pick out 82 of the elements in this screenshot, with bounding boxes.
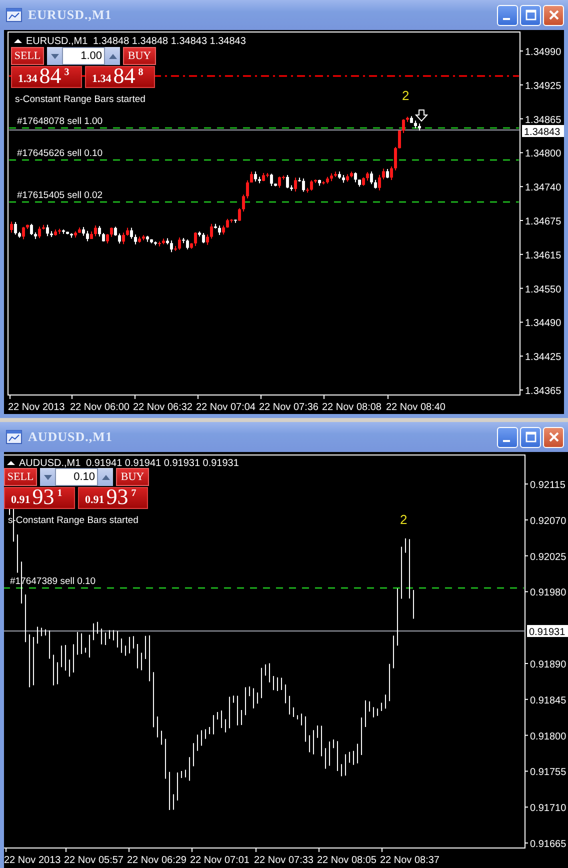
ohlc-values: 0.91941 0.91941 0.91931 0.91931 — [86, 458, 239, 469]
price-axis-label: 0.91755 — [530, 767, 566, 778]
price-axis-label: 1.34990 — [525, 47, 562, 58]
wave-count-label: 2 — [400, 512, 408, 527]
time-axis-label: 22 Nov 06:32 — [133, 402, 192, 413]
chart-symbol: EURUSD.,M1 — [26, 36, 88, 47]
time-axis-label: 22 Nov 08:05 — [317, 855, 376, 866]
time-axis-label: 22 Nov 06:29 — [127, 855, 186, 866]
price-axis-label: 1.34865 — [525, 114, 562, 126]
close-button[interactable] — [543, 426, 564, 448]
price-axis-label: 0.91665 — [530, 839, 566, 850]
price-axis-label: 1.34425 — [525, 352, 562, 364]
symbol-triangle-icon — [7, 461, 15, 465]
chart-window-icon — [6, 8, 22, 22]
time-axis-label: 22 Nov 08:37 — [380, 855, 440, 866]
close-button[interactable] — [543, 4, 564, 26]
caret-up-icon — [102, 474, 110, 480]
price-axis-label: 1.34615 — [525, 250, 562, 262]
price-axis-label: 1.34365 — [525, 386, 562, 397]
price-axis-label: 1.34925 — [525, 80, 562, 92]
minimize-icon — [502, 440, 510, 442]
window-title: AUDUSD.,M1 — [28, 429, 112, 445]
order-label: #17645626 sell 0.10 — [17, 148, 103, 159]
chart-window-icon — [6, 430, 22, 444]
volume-field[interactable]: 1.00 — [62, 47, 105, 65]
price-axis-label: 0.91845 — [530, 695, 566, 706]
volume-decrease-button[interactable] — [40, 468, 55, 486]
sell-button[interactable]: SELL — [4, 468, 37, 486]
buy-button[interactable]: BUY — [116, 468, 149, 486]
minimize-icon — [502, 18, 510, 20]
maximize-button[interactable] — [520, 426, 541, 448]
time-axis-label: 22 Nov 2013 — [4, 855, 61, 866]
volume-stepper[interactable]: 1.00 — [47, 47, 120, 65]
time-axis-label: 22 Nov 08:08 — [322, 402, 382, 413]
time-axis-label: 22 Nov 07:01 — [190, 855, 250, 866]
ohlc-values: 1.34848 1.34848 1.34843 1.34843 — [93, 36, 246, 47]
price-axis-label: 1.34490 — [525, 318, 562, 330]
price-axis-label: 1.34740 — [525, 182, 562, 194]
time-axis-label: 22 Nov 08:40 — [386, 402, 446, 413]
maximize-icon — [524, 9, 536, 21]
time-axis-label: 22 Nov 07:33 — [254, 855, 314, 866]
window-title: EURUSD.,M1 — [28, 7, 112, 23]
wave-count-label: 2 — [402, 88, 410, 103]
chart-symbol: AUDUSD.,M1 — [19, 458, 81, 469]
caret-down-icon — [44, 474, 52, 480]
close-icon — [548, 431, 560, 443]
volume-increase-button[interactable] — [98, 468, 113, 486]
status-message: s-Constant Range Bars started — [15, 94, 146, 105]
current-price-tag: 0.91931 — [527, 625, 568, 638]
time-axis-label: 22 Nov 06:00 — [70, 402, 130, 413]
volume-decrease-button[interactable] — [47, 47, 62, 65]
price-axis-label: 1.34550 — [525, 284, 562, 296]
price-axis-label: 0.92115 — [530, 480, 566, 491]
price-axis-label: 0.92070 — [530, 516, 566, 527]
price-axis-label: 1.34675 — [525, 216, 562, 228]
price-axis-label: 0.91890 — [530, 660, 566, 670]
price-axis-label: 0.92025 — [530, 552, 566, 563]
volume-stepper[interactable]: 0.10 — [40, 468, 113, 486]
time-axis-label: 22 Nov 05:57 — [64, 855, 124, 866]
caret-up-icon — [108, 54, 116, 58]
maximize-icon — [524, 431, 536, 443]
symbol-triangle-icon — [14, 39, 22, 43]
minimize-button[interactable] — [497, 426, 518, 448]
price-axis-label: 0.91980 — [530, 588, 566, 599]
order-label: #17615405 sell 0.02 — [17, 190, 103, 201]
volume-increase-button[interactable] — [105, 47, 120, 65]
buy-button[interactable]: BUY — [123, 47, 156, 65]
time-axis-label: 22 Nov 07:36 — [259, 402, 318, 413]
price-axis-label: 0.91800 — [530, 731, 566, 742]
down-arrow-icon — [414, 110, 428, 122]
caret-down-icon — [50, 54, 58, 58]
volume-field[interactable]: 0.10 — [55, 468, 98, 486]
minimize-button[interactable] — [497, 4, 518, 26]
time-axis-label: 22 Nov 07:04 — [196, 402, 256, 413]
time-axis-label: 22 Nov 2013 — [8, 402, 65, 413]
price-axis-label: 1.34800 — [525, 148, 562, 160]
close-icon — [548, 9, 560, 21]
maximize-button[interactable] — [520, 4, 541, 26]
current-price-tag: 1.34843 — [522, 125, 564, 138]
sell-button[interactable]: SELL — [11, 47, 44, 65]
price-axis-label: 0.91710 — [530, 803, 566, 814]
order-label: #17648078 sell 1.00 — [17, 116, 103, 127]
